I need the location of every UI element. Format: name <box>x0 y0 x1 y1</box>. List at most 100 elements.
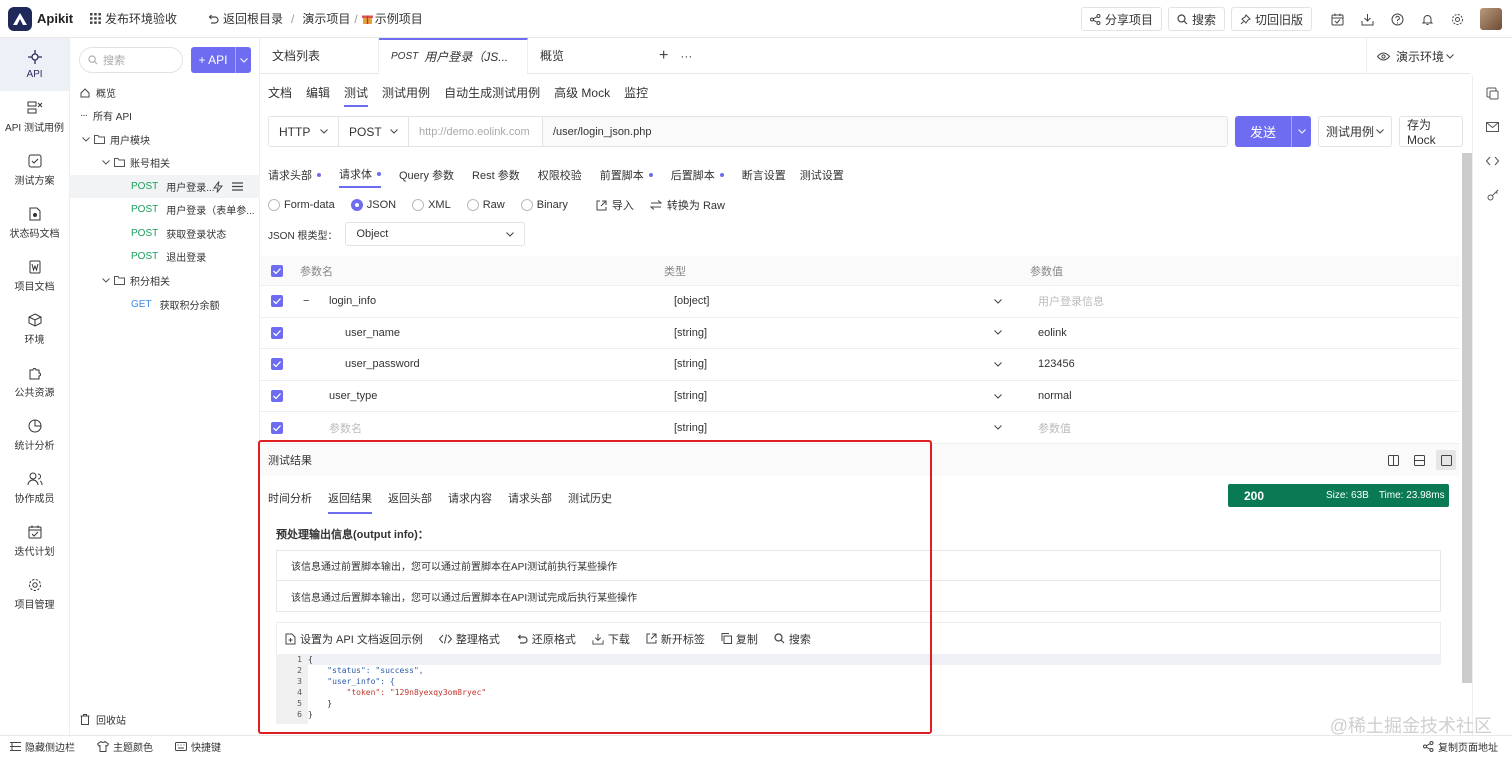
path-input[interactable]: /user/login_json.php <box>543 117 1227 146</box>
ptab-rest[interactable]: Rest 参数 <box>472 166 520 188</box>
radio-form-data[interactable]: Form-data <box>268 199 335 211</box>
rail-item-public-resources[interactable]: 公共资源 <box>0 356 69 409</box>
rail-item-members[interactable]: 协作成员 <box>0 462 69 515</box>
ptab-test-settings[interactable]: 测试设置 <box>800 166 844 188</box>
row-checkbox[interactable] <box>271 326 283 339</box>
save-mock-button[interactable]: 存为 Mock <box>1399 116 1463 147</box>
param-name-input[interactable]: 参数名 <box>329 420 362 436</box>
tree-api-item[interactable]: POST 退出登录 <box>70 245 260 268</box>
host-input[interactable]: http://demo.eolink.com <box>409 117 543 146</box>
import-button[interactable]: 导入 <box>596 197 634 213</box>
subtab-test-cases[interactable]: 测试用例 <box>382 84 430 107</box>
share-project-button[interactable]: 分享项目 <box>1080 7 1162 31</box>
rail-item-environment[interactable]: 环境 <box>0 303 69 356</box>
param-type[interactable]: [string] <box>674 422 707 434</box>
ptab-assert[interactable]: 断言设置 <box>742 166 786 188</box>
param-value[interactable]: normal <box>1038 390 1072 402</box>
protocol-select[interactable]: HTTP <box>269 117 339 146</box>
shortcuts-button[interactable]: 快捷键 <box>175 739 221 754</box>
param-value[interactable]: 123456 <box>1038 358 1075 370</box>
chevron-down-icon[interactable] <box>235 47 251 73</box>
split-horizontal-icon[interactable] <box>1414 454 1425 466</box>
chevron-down-icon[interactable] <box>1291 116 1311 147</box>
add-tab-button[interactable]: + <box>659 47 668 65</box>
search-button[interactable]: 搜索 <box>1167 7 1225 31</box>
rail-item-api[interactable]: API <box>0 38 69 91</box>
rail-item-statistics[interactable]: 统计分析 <box>0 409 69 462</box>
subtab-doc[interactable]: 文档 <box>268 84 292 107</box>
subtab-mock[interactable]: 高级 Mock <box>554 84 610 107</box>
lightning-icon[interactable] <box>213 180 223 193</box>
maximize-icon[interactable] <box>1436 450 1456 470</box>
param-type[interactable]: [object] <box>674 295 709 307</box>
help-icon[interactable] <box>1382 13 1412 26</box>
debug-icon[interactable] <box>1473 76 1512 110</box>
bell-icon[interactable] <box>1412 13 1442 26</box>
mail-icon[interactable] <box>1473 110 1512 144</box>
tab-active-api[interactable]: POST 用户登录（JS... <box>379 37 528 74</box>
ptab-auth[interactable]: 权限校验 <box>538 166 582 188</box>
download-icon[interactable] <box>1352 13 1382 26</box>
back-root-link[interactable]: 返回根目录 <box>207 10 283 27</box>
theme-color-button[interactable]: 主题颜色 <box>97 739 153 754</box>
convert-raw-button[interactable]: 转换为 Raw <box>649 197 725 213</box>
tab-overview[interactable]: 概览 <box>528 38 643 74</box>
chevron-down-icon[interactable] <box>994 425 1002 430</box>
tree-group-user[interactable]: 用户模块 <box>70 128 260 151</box>
subtab-monitor[interactable]: 监控 <box>624 84 648 107</box>
collapse-toggle[interactable]: − <box>303 295 309 307</box>
param-value[interactable]: 用户登录信息 <box>1038 293 1104 309</box>
more-tabs-button[interactable]: ··· <box>680 49 692 63</box>
rail-item-project-manage[interactable]: 项目管理 <box>0 568 69 621</box>
subtab-test[interactable]: 测试 <box>344 84 369 107</box>
row-checkbox[interactable] <box>271 390 283 403</box>
chevron-down-icon[interactable] <box>994 393 1002 399</box>
tree-all-api[interactable]: ··· 所有 API <box>70 104 260 127</box>
split-vertical-icon[interactable] <box>1388 454 1399 466</box>
breadcrumb-project[interactable]: 演示项目 <box>302 10 350 27</box>
old-version-button[interactable]: 切回旧版 <box>1230 7 1312 31</box>
tree-search-input[interactable]: 搜索 <box>79 47 183 73</box>
ptab-pre-script[interactable]: 前置脚本 <box>600 166 653 188</box>
tree-api-item[interactable]: POST 获取登录状态 <box>70 222 260 245</box>
rail-item-status-code[interactable]: 状态码文档 <box>0 197 69 250</box>
environment-selector[interactable]: 演示环境 <box>1366 38 1470 74</box>
ptab-body[interactable]: 请求体 <box>339 166 381 188</box>
subtab-auto-cases[interactable]: 自动生成测试用例 <box>444 84 540 107</box>
select-all-checkbox[interactable] <box>271 264 283 277</box>
radio-raw[interactable]: Raw <box>466 199 505 211</box>
method-select[interactable]: POST <box>339 117 409 146</box>
ptab-headers[interactable]: 请求头部 <box>268 166 321 188</box>
tree-group-points[interactable]: 积分相关 <box>70 269 260 292</box>
ptab-post-script[interactable]: 后置脚本 <box>671 166 724 188</box>
tree-api-item[interactable]: POST 用户登录... <box>70 175 260 198</box>
recycle-bin[interactable]: 回收站 <box>80 712 126 727</box>
code-icon[interactable] <box>1473 144 1512 178</box>
test-case-button[interactable]: 测试用例 <box>1318 116 1392 147</box>
radio-binary[interactable]: Binary <box>520 199 568 211</box>
gear-icon[interactable] <box>1442 13 1472 26</box>
tree-group-account[interactable]: 账号相关 <box>70 151 260 174</box>
row-checkbox[interactable] <box>271 295 283 308</box>
avatar[interactable] <box>1480 8 1502 30</box>
rail-item-iteration[interactable]: 迭代计划 <box>0 515 69 568</box>
rail-item-project-docs[interactable]: 项目文档 <box>0 250 69 303</box>
calendar-check-icon[interactable] <box>1322 13 1352 26</box>
chevron-down-icon[interactable] <box>994 330 1002 336</box>
tree-api-item[interactable]: GET 获取积分余额 <box>70 293 260 316</box>
param-name[interactable]: user_password <box>345 358 420 370</box>
breadcrumb-current[interactable]: 示例项目 <box>361 10 423 27</box>
param-name[interactable]: user_type <box>329 390 377 402</box>
subtab-edit[interactable]: 编辑 <box>306 84 330 107</box>
key-icon[interactable] <box>1473 178 1512 212</box>
ptab-query[interactable]: Query 参数 <box>399 166 454 188</box>
rail-item-api-cases[interactable]: API 测试用例 <box>0 91 69 144</box>
vertical-scrollbar[interactable] <box>1462 153 1472 683</box>
workspace-switcher[interactable]: 发布环境验收 <box>90 10 177 27</box>
json-root-select[interactable]: Object <box>345 222 526 246</box>
param-name[interactable]: user_name <box>345 327 400 339</box>
logo[interactable]: Apikit <box>0 6 80 31</box>
param-type[interactable]: [string] <box>674 327 707 339</box>
tree-api-item[interactable]: POST 用户登录（表单参... <box>70 198 260 221</box>
param-value[interactable]: eolink <box>1038 327 1067 339</box>
